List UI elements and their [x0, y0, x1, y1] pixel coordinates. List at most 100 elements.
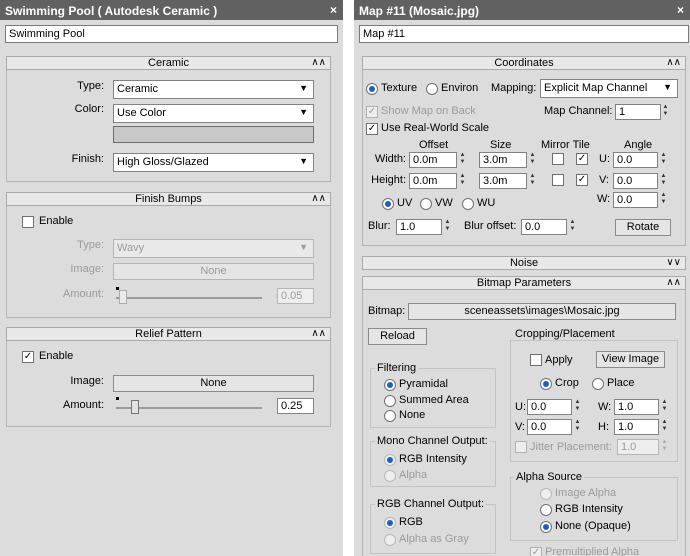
rotate-button[interactable]: Rotate: [615, 219, 671, 236]
pyramidal-radio[interactable]: [384, 379, 396, 391]
collapse-icon[interactable]: ∧∧: [311, 193, 326, 205]
summed-area-radio[interactable]: [384, 395, 396, 407]
jitter-placement-field[interactable]: 1.0: [617, 439, 659, 455]
texture-radio[interactable]: [366, 83, 378, 95]
show-map-on-back-checkbox[interactable]: ✓: [366, 106, 378, 118]
relief-enable-checkbox[interactable]: ✓: [22, 351, 34, 363]
spinner-arrows-icon[interactable]: ▲ ▼: [660, 419, 669, 435]
dropdown-arrow-icon: ▼: [299, 242, 308, 252]
rollout-header-bitmap-parameters[interactable]: Bitmap Parameters ∧∧: [362, 276, 686, 290]
real-world-scale-checkbox[interactable]: ✓: [366, 123, 378, 135]
crop-radio[interactable]: [540, 378, 552, 390]
crop-v-field[interactable]: 0.0: [527, 419, 572, 435]
bumps-amount-slider-track[interactable]: [116, 297, 262, 299]
offset-height-field[interactable]: 0.0m: [409, 173, 457, 189]
relief-amount-field[interactable]: 0.25: [277, 398, 314, 414]
premultiplied-alpha-label: Premultiplied Alpha: [545, 546, 640, 556]
map-channel-field[interactable]: 1: [615, 104, 661, 120]
spinner-arrows-icon[interactable]: ▲ ▼: [458, 152, 467, 168]
finish-dropdown[interactable]: High Gloss/Glazed ▼: [113, 153, 314, 172]
type-dropdown[interactable]: Ceramic ▼: [113, 80, 314, 99]
bumps-amount-slider-thumb[interactable]: [119, 290, 127, 304]
wu-radio[interactable]: [462, 198, 474, 210]
size-width-field[interactable]: 3.0m: [479, 152, 527, 168]
spinner-arrows-icon[interactable]: ▲ ▼: [528, 152, 537, 168]
size-header: Size: [490, 139, 512, 151]
apply-checkbox[interactable]: [530, 354, 542, 366]
crop-u-field[interactable]: 0.0: [527, 399, 572, 415]
close-icon[interactable]: ×: [330, 3, 337, 17]
spinner-arrows-icon[interactable]: ▲ ▼: [659, 192, 668, 208]
spinner-arrows-icon[interactable]: ▲ ▼: [573, 419, 582, 435]
mono-alpha-radio[interactable]: [384, 470, 396, 482]
mirror-v-checkbox[interactable]: [552, 174, 564, 186]
reload-button[interactable]: Reload: [368, 328, 427, 345]
crop-label: Crop: [555, 377, 579, 389]
tile-u-checkbox[interactable]: ✓: [576, 153, 588, 165]
collapse-icon[interactable]: ∧∧: [666, 57, 681, 69]
environ-radio[interactable]: [426, 83, 438, 95]
spinner-arrows-icon[interactable]: ▲ ▼: [458, 173, 467, 189]
image-alpha-radio[interactable]: [540, 488, 552, 500]
crop-h-field[interactable]: 1.0: [614, 419, 659, 435]
rollout-header-finish-bumps[interactable]: Finish Bumps ∧∧: [6, 192, 331, 206]
rollout-header-relief-pattern[interactable]: Relief Pattern ∧∧: [6, 327, 331, 341]
spinner-arrows-icon[interactable]: ▲ ▼: [660, 399, 669, 415]
rgb-intensity-radio[interactable]: [384, 454, 396, 466]
spinner-arrows-icon[interactable]: ▲ ▼: [661, 104, 670, 120]
finish-bumps-enable-checkbox[interactable]: [22, 216, 34, 228]
rollout-header-coordinates[interactable]: Coordinates ∧∧: [362, 56, 686, 70]
none-opaque-radio[interactable]: [540, 521, 552, 533]
material-name-field[interactable]: Swimming Pool: [5, 25, 338, 43]
apply-label: Apply: [545, 354, 573, 366]
expand-icon[interactable]: ∨∨: [666, 257, 681, 269]
alpha-as-gray-radio[interactable]: [384, 534, 396, 546]
angle-header: Angle: [624, 139, 653, 151]
crop-w-field[interactable]: 1.0: [614, 399, 659, 415]
blur-field[interactable]: 1.0: [396, 219, 442, 235]
vw-radio[interactable]: [420, 198, 432, 210]
tile-v-checkbox[interactable]: ✓: [576, 174, 588, 186]
angle-u-field[interactable]: 0.0: [613, 152, 658, 168]
relief-image-button[interactable]: None: [113, 375, 314, 392]
alpha-rgb-intensity-radio[interactable]: [540, 504, 552, 516]
rollout-header-noise[interactable]: Noise ∨∨: [362, 256, 686, 270]
premultiplied-alpha-checkbox[interactable]: ✓: [530, 547, 542, 556]
size-height-field[interactable]: 3.0m: [479, 173, 527, 189]
spinner-arrows-icon[interactable]: ▲ ▼: [659, 152, 668, 168]
collapse-icon[interactable]: ∧∧: [311, 328, 326, 340]
spinner-arrows-icon[interactable]: ▲ ▼: [443, 219, 452, 235]
spinner-arrows-icon[interactable]: ▲ ▼: [568, 219, 577, 235]
filter-none-radio[interactable]: [384, 410, 396, 422]
uv-radio[interactable]: [382, 198, 394, 210]
angle-w-field[interactable]: 0.0: [613, 192, 658, 208]
spinner-arrows-icon[interactable]: ▲ ▼: [660, 439, 669, 455]
rollout-header-ceramic[interactable]: Ceramic ∧∧: [6, 56, 331, 70]
collapse-icon[interactable]: ∧∧: [311, 57, 326, 69]
relief-amount-slider-thumb[interactable]: [131, 400, 139, 414]
spinner-arrows-icon[interactable]: ▲ ▼: [528, 173, 537, 189]
bumps-type-dropdown[interactable]: Wavy ▼: [113, 239, 314, 258]
view-image-button[interactable]: View Image: [596, 351, 665, 368]
map-name-field[interactable]: Map #11: [359, 25, 689, 43]
bitmap-path-button[interactable]: sceneassets\images\Mosaic.jpg: [408, 303, 676, 320]
mirror-u-checkbox[interactable]: [552, 153, 564, 165]
mapping-dropdown[interactable]: Explicit Map Channel ▼: [540, 79, 678, 98]
bumps-image-button[interactable]: None: [113, 263, 314, 280]
jitter-placement-label: Jitter Placement:: [530, 441, 612, 453]
offset-width-field[interactable]: 0.0m: [409, 152, 457, 168]
color-dropdown[interactable]: Use Color ▼: [113, 104, 314, 123]
blur-offset-field[interactable]: 0.0: [521, 219, 567, 235]
color-swatch[interactable]: [113, 126, 314, 143]
dropdown-arrow-icon: ▼: [663, 82, 672, 92]
jitter-placement-checkbox[interactable]: [515, 441, 527, 453]
spinner-arrows-icon[interactable]: ▲ ▼: [659, 173, 668, 189]
angle-v-field[interactable]: 0.0: [613, 173, 658, 189]
rgb-radio[interactable]: [384, 517, 396, 529]
close-icon[interactable]: ×: [677, 3, 684, 17]
collapse-icon[interactable]: ∧∧: [666, 277, 681, 289]
spinner-arrows-icon[interactable]: ▲ ▼: [573, 399, 582, 415]
place-radio[interactable]: [592, 378, 604, 390]
cropping-placement-title: Cropping/Placement: [513, 328, 617, 340]
bumps-amount-field[interactable]: 0.05: [277, 288, 314, 304]
